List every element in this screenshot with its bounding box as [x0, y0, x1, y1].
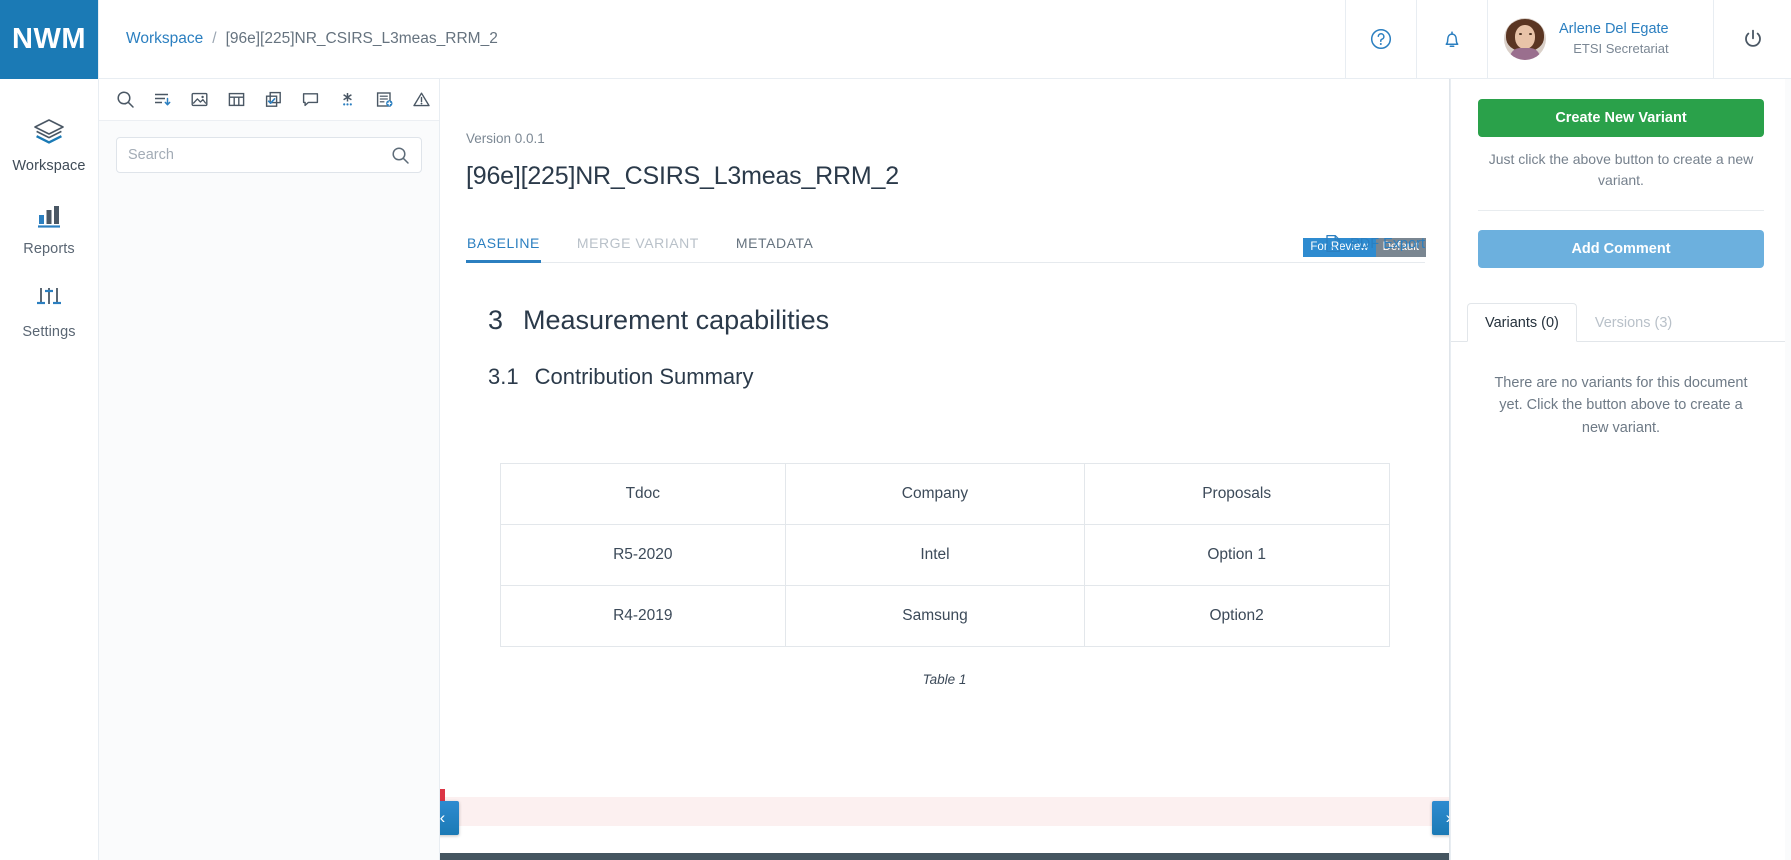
user-name: Arlene Del Egate [1559, 21, 1669, 38]
tab-versions[interactable]: Versions (3) [1577, 303, 1690, 342]
rail-item-list: Workspace Reports Settings [0, 79, 98, 350]
app-logo[interactable]: NWM [0, 0, 98, 79]
table-icon[interactable] [219, 83, 254, 117]
search-input[interactable] [128, 147, 391, 163]
breadcrumb-current: [96e][225]NR_CSIRS_L3meas_RRM_2 [225, 30, 498, 47]
table-cell: Intel [785, 524, 1085, 586]
power-icon [1742, 28, 1764, 50]
help-button[interactable] [1345, 0, 1416, 78]
heading-3-1: 3.1 Contribution Summary [488, 364, 1423, 390]
tool-search-wrap [99, 121, 439, 173]
table-header-cell: Tdoc [499, 463, 787, 525]
app-root: NWM Workspace Reports Settings Workspace… [0, 0, 1791, 860]
logout-button[interactable] [1713, 0, 1791, 78]
tab-baseline[interactable]: BASELINE [466, 235, 541, 263]
create-variant-hint: Just click the above button to create a … [1488, 151, 1754, 188]
left-nav-rail: NWM Workspace Reports Settings [0, 0, 99, 860]
tab-metadata[interactable]: METADATA [735, 235, 815, 262]
help-circle-icon [1369, 27, 1393, 51]
breadcrumb-workspace-link[interactable]: Workspace [126, 30, 203, 48]
heading-number: 3.1 [488, 364, 519, 389]
add-comment-button[interactable]: Add Comment [1478, 230, 1764, 268]
document-header: Version 0.0.1 [96e][225]NR_CSIRS_L3meas_… [440, 79, 1449, 257]
sort-descending-icon[interactable] [145, 83, 180, 117]
warning-icon[interactable] [404, 83, 439, 117]
table-row: R4-2019 Samsung Option2 [499, 585, 1390, 647]
user-role: ETSI Secretariat [1573, 41, 1669, 56]
top-bar: Workspace / [96e][225]NR_CSIRS_L3meas_RR… [99, 0, 1791, 79]
image-icon[interactable] [182, 83, 217, 117]
table-row: Tdoc Company Proposals [499, 463, 1390, 525]
heading-number: 3 [488, 305, 504, 335]
user-menu[interactable]: Arlene Del Egate ETSI Secretariat [1487, 0, 1713, 78]
page-scrollbar[interactable] [1785, 79, 1791, 860]
table-row: R5-2020 Intel Option 1 [499, 524, 1390, 586]
comment-actions: Add Comment [1451, 211, 1791, 268]
document-version: Version 0.0.1 [466, 131, 545, 146]
user-meta: Arlene Del Egate ETSI Secretariat [1559, 20, 1669, 57]
sidebar-item-workspace[interactable]: Workspace [0, 101, 98, 184]
deleted-text-highlight [440, 789, 1449, 826]
search-submit-icon[interactable] [391, 146, 410, 165]
page-title: [96e][225]NR_CSIRS_L3meas_RRM_2 [466, 162, 899, 190]
next-change-button[interactable]: › [1432, 801, 1449, 835]
heading-text: Measurement capabilities [523, 305, 830, 335]
document-tool-panel [99, 79, 440, 860]
bar-chart-icon [34, 198, 64, 232]
breadcrumb-separator: / [212, 30, 217, 47]
search-icon[interactable] [108, 83, 143, 117]
bell-icon [1440, 27, 1464, 51]
pdf-export-label: PDF Export [1350, 235, 1425, 252]
pdf-file-icon: A [1324, 234, 1342, 253]
export-note-icon[interactable] [367, 83, 402, 117]
sidebar-item-label: Workspace [12, 158, 86, 174]
panel-tabs: Variants (0) Versions (3) [1451, 302, 1791, 342]
avatar [1504, 18, 1546, 60]
table-cell: Option 1 [1083, 524, 1390, 586]
tab-variants[interactable]: Variants (0) [1467, 303, 1577, 342]
breadcrumb: Workspace / [96e][225]NR_CSIRS_L3meas_RR… [99, 0, 1345, 78]
tab-merge-variant: MERGE VARIANT [576, 235, 699, 251]
table-cell: R5-2020 [499, 524, 787, 586]
document-footer-bar [440, 853, 1449, 860]
document-content: 3 Measurement capabilities 3.1 Contribut… [440, 263, 1449, 853]
tool-results-area [99, 173, 439, 860]
sidebar-item-label: Reports [23, 241, 75, 257]
table-cell: Option2 [1083, 585, 1390, 647]
contribution-summary-table: Tdoc Company Proposals R5-2020 Intel Opt… [499, 463, 1390, 647]
sidebar-item-reports[interactable]: Reports [0, 184, 98, 267]
table-cell: R4-2019 [499, 585, 787, 647]
document-viewer: Version 0.0.1 [96e][225]NR_CSIRS_L3meas_… [440, 79, 1450, 860]
table-header-cell: Proposals [1083, 463, 1390, 525]
variants-panel: Create New Variant Just click the above … [1450, 79, 1791, 860]
search-box[interactable] [116, 137, 422, 173]
sliders-icon [34, 281, 64, 315]
variants-empty-message: There are no variants for this document … [1494, 375, 1748, 436]
document-tabs: BASELINE MERGE VARIANT METADATA A PDF Ex… [466, 221, 1425, 263]
variant-actions: Create New Variant Just click the above … [1451, 79, 1791, 191]
pdf-export-button[interactable]: A PDF Export [1324, 234, 1425, 253]
table-caption: Table 1 [922, 672, 967, 687]
main-column: Workspace / [96e][225]NR_CSIRS_L3meas_RR… [99, 0, 1791, 860]
copy-icon[interactable] [256, 83, 291, 117]
asterisk-icon[interactable] [330, 83, 365, 117]
notifications-button[interactable] [1416, 0, 1487, 78]
sidebar-item-label: Settings [22, 324, 76, 340]
table-cell: Samsung [785, 585, 1085, 647]
previous-change-button[interactable]: ‹ [440, 801, 459, 835]
heading-3: 3 Measurement capabilities [488, 305, 1423, 336]
heading-text: Contribution Summary [534, 364, 754, 389]
comment-icon[interactable] [293, 83, 328, 117]
svg-text:A: A [1329, 244, 1333, 250]
body-row: Version 0.0.1 [96e][225]NR_CSIRS_L3meas_… [99, 79, 1791, 860]
sidebar-item-settings[interactable]: Settings [0, 267, 98, 350]
layers-icon [33, 115, 65, 149]
create-new-variant-button[interactable]: Create New Variant [1478, 99, 1764, 137]
tool-icon-bar [99, 79, 439, 121]
table-header-cell: Company [785, 463, 1085, 525]
